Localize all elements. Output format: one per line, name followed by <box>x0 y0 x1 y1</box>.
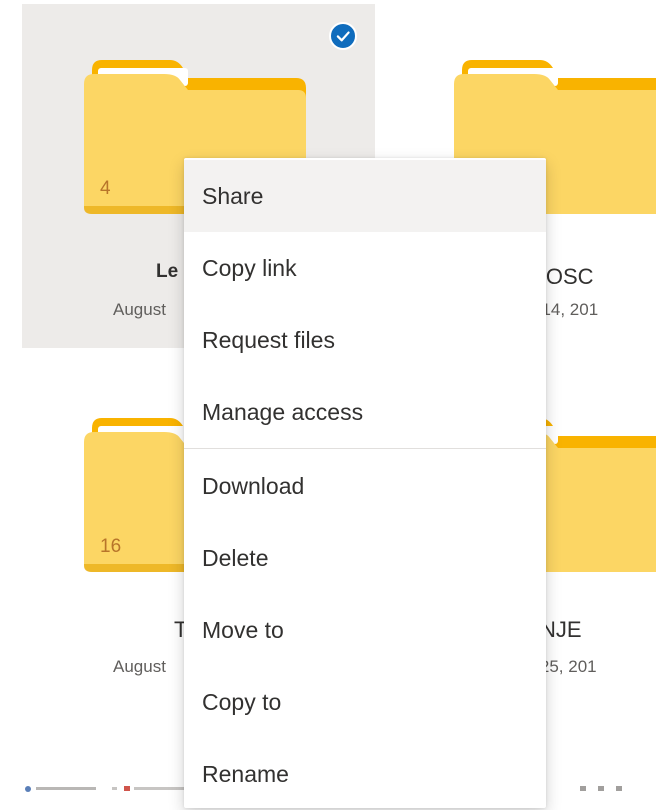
menu-item-manage-access[interactable]: Manage access <box>184 376 546 448</box>
folder-name[interactable]: NJE <box>540 617 582 643</box>
folder-name[interactable]: Le <box>156 261 178 283</box>
context-menu: Share Copy link Request files Manage acc… <box>184 158 546 808</box>
folder-item-count: 16 <box>100 536 122 557</box>
selected-checkmark-icon[interactable] <box>329 22 357 50</box>
folder-date: August <box>113 657 166 676</box>
menu-divider <box>184 448 546 449</box>
folder-item-count: 4 <box>100 178 111 199</box>
menu-item-rename[interactable]: Rename <box>184 738 546 810</box>
menu-item-copy-link[interactable]: Copy link <box>184 232 546 304</box>
menu-item-copy-to[interactable]: Copy to <box>184 666 546 738</box>
menu-item-request-files[interactable]: Request files <box>184 304 546 376</box>
menu-item-delete[interactable]: Delete <box>184 522 546 594</box>
menu-item-download[interactable]: Download <box>184 450 546 522</box>
menu-item-share[interactable]: Share <box>184 160 546 232</box>
folder-date: August <box>113 300 166 319</box>
menu-item-move-to[interactable]: Move to <box>184 594 546 666</box>
